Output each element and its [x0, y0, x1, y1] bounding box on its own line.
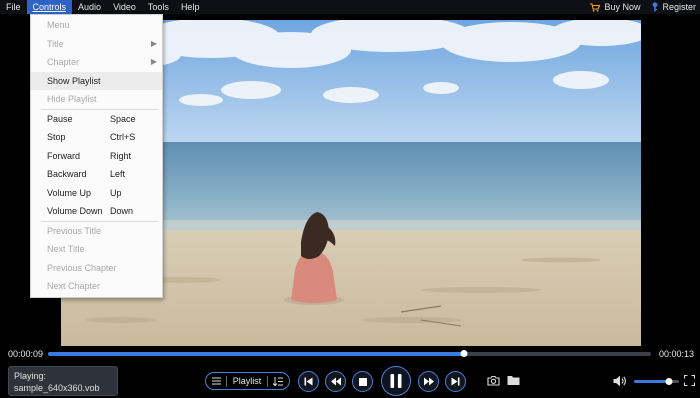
mute-button[interactable]: [613, 375, 627, 389]
menu-item-next-title[interactable]: Next Title: [31, 240, 162, 259]
menu-item-volume-down[interactable]: Volume Down Down: [31, 202, 162, 221]
menu-item-label: Hide Playlist: [47, 94, 97, 104]
total-time: 00:00:13: [658, 349, 694, 359]
menu-item-show-playlist[interactable]: Show Playlist: [31, 71, 162, 90]
menu-item-label: Show Playlist: [47, 75, 101, 86]
menu-bar: File Controls Audio Video Tools Help Buy…: [0, 0, 700, 14]
menu-item-shortcut: Down: [110, 206, 134, 216]
volume-handle[interactable]: [665, 378, 673, 385]
menu-item-label: Previous Title: [47, 225, 102, 236]
cart-icon: [590, 2, 601, 12]
menu-item-label: Volume Down: [47, 206, 103, 216]
pause-button[interactable]: [381, 366, 411, 396]
skip-previous-icon: [304, 377, 313, 386]
menu-item-volume-up[interactable]: Volume Up Up: [31, 184, 162, 203]
submenu-arrow-icon: ▶: [150, 38, 157, 48]
menu-item-pause[interactable]: Pause Space: [31, 110, 162, 129]
now-playing-panel: Playing: sample_640x360.vob: [8, 366, 118, 396]
fullscreen-icon: [683, 374, 696, 387]
speaker-icon: [613, 375, 626, 387]
menu-item-shortcut: Right: [110, 150, 132, 161]
menu-item-shortcut: Left: [110, 169, 126, 179]
menu-item-label: Menu: [47, 20, 70, 30]
fast-forward-icon: [423, 377, 434, 386]
snapshot-button[interactable]: [487, 375, 500, 388]
menu-item-label: Next Chapter: [47, 281, 101, 291]
volume-slider[interactable]: [634, 378, 679, 385]
menu-audio[interactable]: Audio: [72, 0, 107, 14]
menu-item-label: Pause: [47, 113, 73, 124]
register-button[interactable]: Register: [652, 2, 696, 12]
seek-bar[interactable]: [48, 350, 651, 357]
controls-menu: Menu Title ▶ Chapter ▶ Show Playlist Hide …: [30, 14, 163, 298]
menu-item-previous-chapter[interactable]: Previous Chapter: [31, 259, 162, 278]
menu-item-forward[interactable]: Forward Right: [31, 147, 162, 166]
seek-bar-fill: [48, 352, 465, 356]
menu-item-stop[interactable]: Stop Ctrl+S: [31, 128, 162, 147]
menu-item-previous-title[interactable]: Previous Title: [31, 222, 162, 241]
list-icon: [212, 377, 221, 385]
key-icon: [653, 2, 658, 12]
playlist-divider: [266, 375, 268, 387]
previous-button[interactable]: [298, 371, 319, 392]
menu-item-backward[interactable]: Backward Left: [31, 165, 162, 184]
menu-item-label: Forward: [47, 150, 81, 161]
folder-icon: [507, 376, 520, 385]
menu-tools[interactable]: Tools: [142, 0, 175, 14]
menu-item-label: Next Title: [47, 244, 85, 254]
menu-item-menu[interactable]: Menu: [31, 16, 162, 35]
rewind-button[interactable]: [325, 371, 346, 392]
menu-item-label: Backward: [47, 169, 87, 179]
skip-next-icon: [451, 377, 460, 386]
buy-now-label: Buy Now: [604, 2, 641, 12]
playlist-label: Playlist: [232, 376, 262, 386]
menu-file[interactable]: File: [0, 0, 27, 14]
camera-icon: [487, 375, 500, 386]
menu-help[interactable]: Help: [175, 0, 206, 14]
menu-item-label: Stop: [47, 132, 66, 142]
current-time: 00:00:09: [8, 349, 44, 359]
fast-forward-button[interactable]: [418, 371, 439, 392]
menu-item-chapter[interactable]: Chapter ▶: [31, 53, 162, 72]
sort-icon[interactable]: [272, 376, 283, 386]
now-playing-file: sample_640x360.vob: [14, 383, 100, 393]
menu-item-label: Volume Up: [47, 187, 92, 198]
stop-button[interactable]: [352, 371, 373, 392]
menu-item-label: Previous Chapter: [47, 262, 117, 273]
pause-icon: [390, 374, 402, 388]
playlist-divider: [226, 375, 228, 387]
menu-item-hide-playlist[interactable]: Hide Playlist: [31, 90, 162, 109]
register-label: Register: [662, 2, 696, 12]
rewind-icon: [330, 377, 341, 386]
fullscreen-button[interactable]: [683, 374, 696, 388]
menu-item-shortcut: Ctrl+S: [110, 132, 136, 142]
menu-item-label: Chapter: [47, 57, 80, 67]
next-button[interactable]: [445, 371, 466, 392]
menu-item-shortcut: Space: [110, 113, 136, 124]
stop-icon: [358, 377, 367, 386]
buy-now-button[interactable]: Buy Now: [590, 2, 640, 12]
playlist-button[interactable]: Playlist: [205, 372, 290, 390]
now-playing-label: Playing:: [14, 371, 47, 381]
menu-video[interactable]: Video: [107, 0, 142, 14]
menu-item-title[interactable]: Title ▶: [31, 35, 162, 54]
open-file-button[interactable]: [507, 375, 520, 388]
menu-item-next-chapter[interactable]: Next Chapter: [31, 277, 162, 296]
submenu-arrow-icon: ▶: [150, 57, 157, 66]
volume-fill: [634, 380, 670, 383]
menu-controls[interactable]: Controls: [26, 0, 73, 14]
menu-item-shortcut: Up: [110, 187, 122, 198]
menu-item-label: Title: [47, 38, 64, 49]
seek-handle[interactable]: [460, 350, 468, 357]
